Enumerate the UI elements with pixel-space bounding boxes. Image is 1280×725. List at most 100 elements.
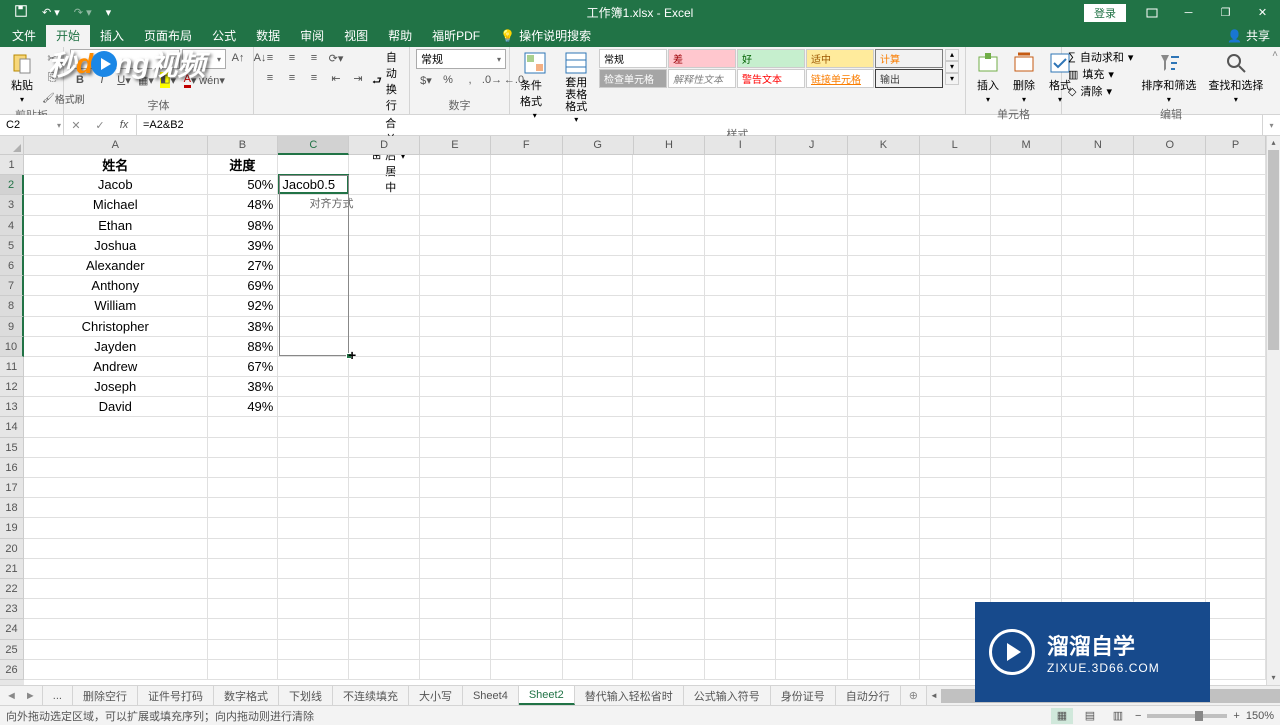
column-header[interactable]: J [776,136,848,155]
cell[interactable] [420,216,491,236]
row-header[interactable]: 19 [0,518,24,538]
sheet-tab[interactable]: 大小写 [409,686,463,705]
tab-insert[interactable]: 插入 [90,24,134,47]
cell[interactable] [776,438,848,458]
qat-customize-icon[interactable]: ▾ [102,6,116,19]
cell[interactable] [1062,216,1134,236]
tell-me[interactable]: 💡 操作说明搜索 [490,24,601,47]
cell[interactable] [705,579,776,599]
cell[interactable] [349,357,420,377]
cell[interactable] [920,498,991,518]
align-middle-icon[interactable]: ≡ [282,49,302,67]
cell[interactable] [920,417,991,437]
cell[interactable] [776,640,848,660]
tab-view[interactable]: 视图 [334,24,378,47]
minimize-button[interactable]: ─ [1171,0,1206,25]
row-header[interactable]: 12 [0,377,24,397]
cell[interactable] [563,256,634,276]
collapse-ribbon-icon[interactable]: ˄ [1272,49,1278,60]
cell[interactable] [563,619,634,639]
scroll-down-icon[interactable]: ▾ [1267,671,1280,685]
insert-cells-button[interactable]: 插入▾ [972,49,1004,106]
cell[interactable] [1134,579,1206,599]
cell[interactable] [278,458,349,478]
cell[interactable] [1062,498,1134,518]
cell[interactable] [848,357,920,377]
cell[interactable] [848,256,920,276]
cell[interactable] [991,256,1063,276]
cell[interactable]: 92% [208,296,279,316]
row-header[interactable]: 13 [0,397,24,417]
cell[interactable] [776,579,848,599]
cell[interactable] [920,357,991,377]
cell[interactable] [491,276,563,296]
cell[interactable] [1134,337,1206,357]
cell[interactable] [420,357,491,377]
cell[interactable] [1206,498,1266,518]
row-header[interactable]: 25 [0,640,24,660]
cell[interactable] [563,276,634,296]
cell[interactable]: 49% [208,397,279,417]
sheet-more[interactable]: ... [43,686,73,705]
cell[interactable] [1062,276,1134,296]
cell[interactable] [491,175,563,195]
cell[interactable] [1062,155,1134,175]
cell[interactable] [991,357,1063,377]
tab-file[interactable]: 文件 [2,24,46,47]
cell[interactable] [24,579,208,599]
align-center-icon[interactable]: ≡ [282,69,302,87]
cell[interactable] [208,458,279,478]
cell[interactable] [349,498,420,518]
row-header[interactable]: 14 [0,417,24,437]
add-sheet-button[interactable]: ⊕ [901,686,926,705]
cell[interactable] [991,317,1063,337]
row-header[interactable]: 10 [0,337,24,357]
cell[interactable] [1206,337,1266,357]
cell[interactable] [563,357,634,377]
cell[interactable] [420,518,491,538]
cell[interactable] [920,195,991,215]
cell[interactable] [1206,518,1266,538]
cell[interactable] [705,216,776,236]
row-header[interactable]: 18 [0,498,24,518]
page-layout-view-icon[interactable]: ▤ [1079,708,1101,724]
cell[interactable] [848,216,920,236]
cell[interactable] [491,155,563,175]
cell[interactable] [920,458,991,478]
cell[interactable] [920,337,991,357]
cell[interactable] [1206,155,1266,175]
cell[interactable] [278,357,349,377]
sheet-tab[interactable]: 数字格式 [214,686,279,705]
cell[interactable] [563,377,634,397]
cell[interactable] [633,276,705,296]
cell[interactable] [208,619,279,639]
cell[interactable] [920,175,991,195]
cell[interactable]: 48% [208,195,279,215]
cell[interactable] [705,559,776,579]
cell[interactable] [208,478,279,498]
cell[interactable]: Jayden [24,337,208,357]
cell[interactable] [705,518,776,538]
cell[interactable] [776,236,848,256]
cell[interactable] [776,539,848,559]
cell[interactable]: Joshua [24,236,208,256]
column-header[interactable]: F [491,136,563,155]
cell[interactable] [1134,478,1206,498]
cell[interactable] [776,175,848,195]
percent-icon[interactable]: % [438,71,458,89]
tab-review[interactable]: 审阅 [290,24,334,47]
cell[interactable] [491,337,563,357]
cell[interactable] [420,498,491,518]
cell[interactable] [1206,599,1266,619]
cell[interactable] [848,599,920,619]
cell[interactable] [776,559,848,579]
cell[interactable] [208,518,279,538]
cell[interactable] [24,640,208,660]
cell[interactable] [491,640,563,660]
sheet-tab[interactable]: Sheet2 [519,686,575,705]
cell[interactable] [563,478,634,498]
column-header[interactable]: C [278,136,349,155]
cell-styles-gallery[interactable]: 常规差好适中计算检查单元格解释性文本警告文本链接单元格输出 [599,49,943,88]
sheet-tab[interactable]: 公式输入符号 [684,686,771,705]
column-header[interactable]: A [24,136,208,155]
